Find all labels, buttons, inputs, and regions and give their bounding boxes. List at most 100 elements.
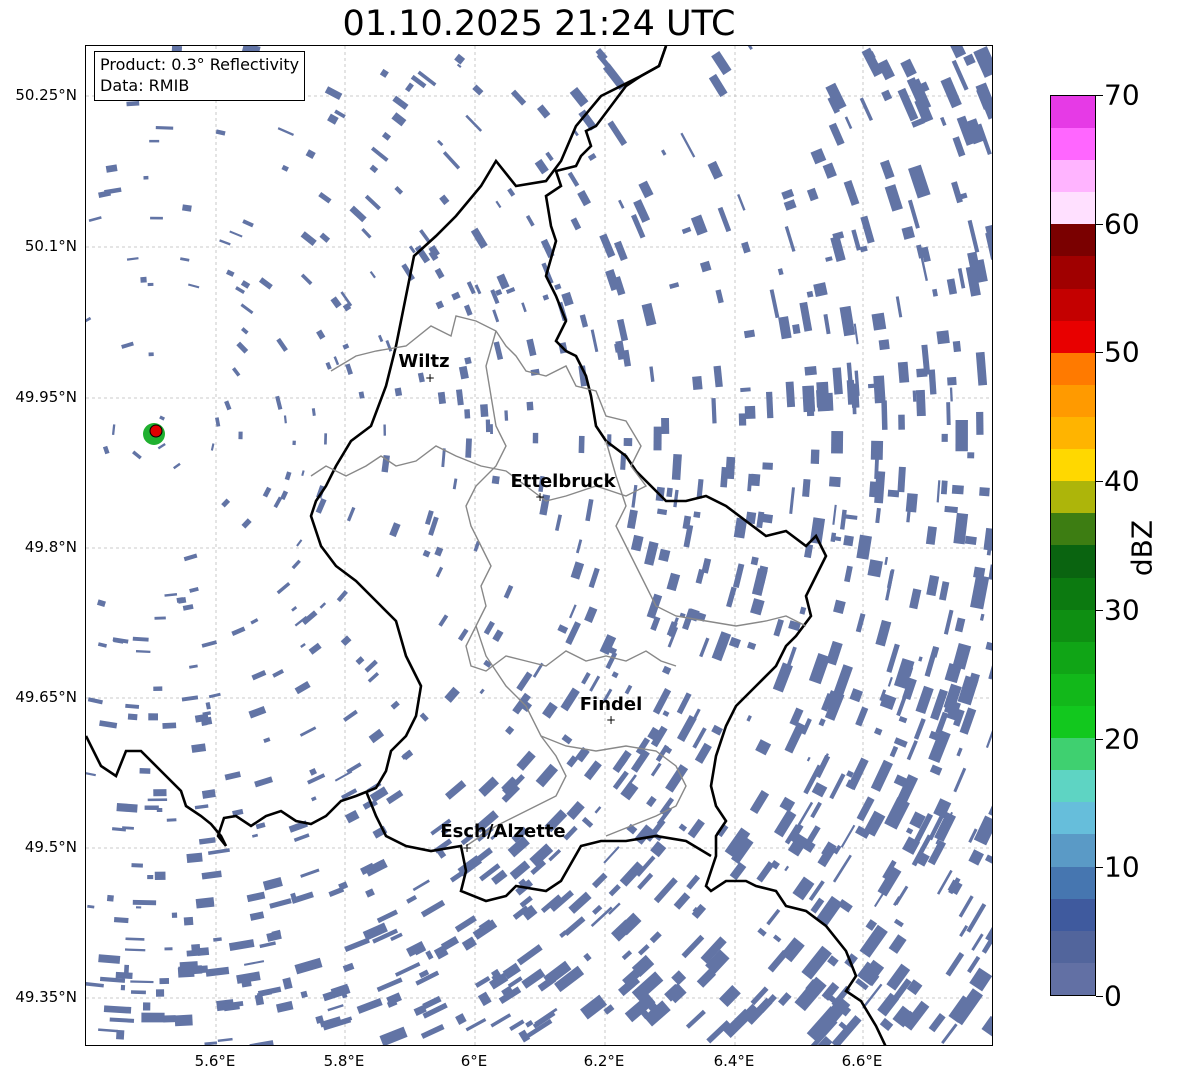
echo-cell bbox=[466, 281, 476, 295]
echo-cell bbox=[849, 688, 864, 703]
echo-cell bbox=[251, 833, 259, 838]
echo-cell bbox=[231, 626, 246, 636]
echo-cell bbox=[666, 983, 687, 1004]
colorbar-tick-mark bbox=[1096, 223, 1103, 225]
echo-cell bbox=[483, 620, 495, 635]
echo-cell bbox=[327, 1004, 344, 1012]
echo-cell bbox=[945, 952, 965, 977]
echo-cell bbox=[779, 796, 796, 813]
echo-cell bbox=[111, 424, 116, 435]
echo-cell bbox=[963, 53, 976, 67]
colorbar-segment bbox=[1051, 513, 1095, 546]
colorbar-segment bbox=[1051, 449, 1095, 482]
colorbar-segment bbox=[1051, 609, 1095, 642]
echo-cell bbox=[126, 100, 140, 107]
echo-cell bbox=[884, 556, 889, 566]
echo-cell bbox=[852, 403, 857, 415]
echo-cell bbox=[613, 240, 628, 262]
echo-cell bbox=[436, 139, 444, 147]
echo-cell bbox=[579, 314, 589, 328]
echo-cell bbox=[147, 282, 154, 287]
echo-cell bbox=[685, 1009, 706, 1029]
echo-cell bbox=[157, 442, 166, 450]
echo-cell bbox=[905, 827, 914, 835]
colorbar-tick-mark bbox=[1096, 609, 1103, 611]
echo-cell bbox=[744, 405, 756, 419]
echo-cell bbox=[535, 763, 559, 788]
echo-cell bbox=[135, 650, 151, 654]
lat-tick-label: 49.5°N bbox=[24, 838, 77, 856]
echo-cell bbox=[840, 509, 847, 530]
echo-cell bbox=[316, 329, 326, 340]
echo-cell bbox=[472, 84, 484, 96]
colorbar-tick-mark bbox=[1096, 996, 1103, 997]
lat-tick-label: 49.95°N bbox=[15, 388, 77, 406]
echo-cell bbox=[879, 1017, 894, 1032]
echo-cell bbox=[505, 287, 516, 295]
echo-cell bbox=[141, 1012, 165, 1023]
echo-cell bbox=[832, 504, 837, 525]
city-label-esch-alzette: Esch/Alzette bbox=[440, 821, 566, 842]
echo-cell bbox=[951, 59, 969, 91]
echo-cell bbox=[594, 806, 602, 814]
colorbar-segment bbox=[1051, 577, 1095, 610]
echo-cell bbox=[860, 215, 875, 244]
echo-cell bbox=[567, 171, 580, 187]
echo-cell bbox=[786, 646, 797, 668]
echo-cell bbox=[478, 776, 500, 797]
echo-cell bbox=[941, 433, 948, 442]
city-label-ettelbruck: Ettelbruck bbox=[510, 471, 616, 492]
echo-cell bbox=[662, 710, 670, 717]
echo-cell bbox=[583, 952, 592, 962]
echo-cell bbox=[266, 930, 282, 942]
colorbar-segment bbox=[1051, 834, 1095, 867]
echo-cell bbox=[135, 906, 142, 909]
echo-cell bbox=[105, 164, 118, 173]
colorbar-tick-mark bbox=[1096, 738, 1103, 740]
echo-cell bbox=[456, 63, 462, 69]
echo-cell bbox=[884, 797, 910, 830]
echo-cell bbox=[367, 672, 380, 683]
echo-cell bbox=[743, 329, 756, 339]
echo-cell bbox=[799, 301, 813, 332]
echo-cell bbox=[153, 789, 167, 797]
echo-cell bbox=[989, 564, 992, 575]
echo-cell bbox=[86, 316, 92, 323]
echo-cell bbox=[650, 762, 662, 777]
echo-cell bbox=[191, 743, 207, 753]
echo-cell bbox=[796, 801, 814, 829]
echo-cell bbox=[349, 205, 367, 223]
echo-cell bbox=[159, 415, 166, 421]
echo-cell bbox=[132, 899, 157, 906]
echo-cell bbox=[404, 82, 414, 93]
echo-cell bbox=[189, 586, 199, 593]
echo-cell bbox=[465, 114, 483, 132]
echo-cell bbox=[294, 957, 323, 975]
echo-cell bbox=[650, 841, 667, 858]
echo-cell bbox=[952, 340, 962, 353]
echo-cell bbox=[794, 976, 827, 1012]
echo-cell bbox=[153, 686, 163, 691]
echo-cell bbox=[356, 998, 383, 1014]
colorbar-segment bbox=[1051, 898, 1095, 931]
echo-cell bbox=[305, 149, 316, 160]
echo-cell bbox=[976, 86, 992, 110]
echo-cell bbox=[979, 613, 985, 621]
echo-cell bbox=[711, 51, 732, 76]
echo-cell bbox=[455, 1013, 467, 1025]
echo-cell bbox=[909, 588, 922, 610]
echo-cell bbox=[762, 462, 773, 470]
echo-cell bbox=[964, 535, 977, 545]
echo-cell bbox=[912, 390, 917, 402]
echo-cell bbox=[449, 870, 464, 883]
echo-cell bbox=[98, 1028, 118, 1033]
echo-cell bbox=[555, 514, 562, 531]
echo-cell bbox=[649, 366, 655, 382]
echo-cell bbox=[231, 367, 241, 377]
echo-cell bbox=[342, 962, 355, 973]
echo-cell bbox=[769, 289, 780, 319]
echo-cell bbox=[981, 1015, 992, 1038]
echo-cell bbox=[661, 417, 670, 435]
echo-cell bbox=[561, 734, 573, 745]
echo-cell bbox=[599, 233, 616, 258]
